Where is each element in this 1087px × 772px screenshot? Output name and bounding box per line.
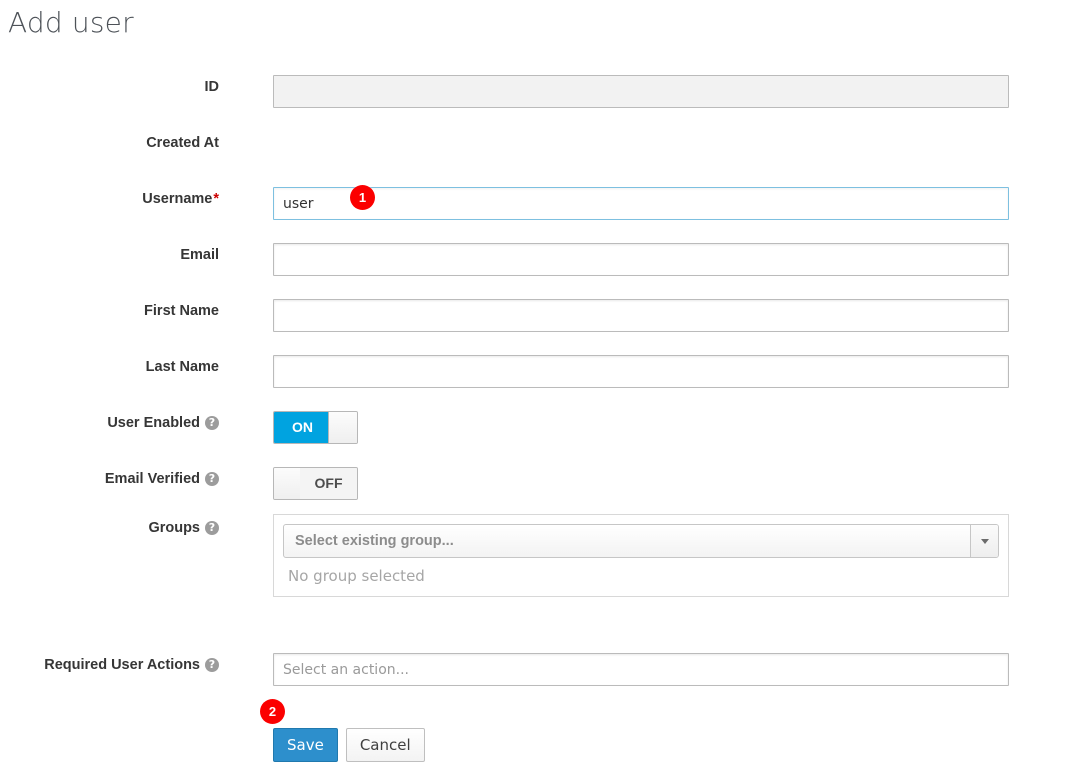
add-user-form: ID Created At Username* Email First Name [0, 62, 1087, 748]
form-row-first-name: First Name [0, 286, 1087, 342]
label-groups: Groups? [0, 520, 219, 536]
email-verified-toggle[interactable]: OFF [273, 467, 358, 500]
group-select[interactable]: Select existing group... [283, 524, 999, 558]
label-email-text: Email [180, 247, 219, 263]
control-email [273, 243, 1009, 276]
save-button[interactable]: Save [273, 728, 338, 762]
step-badge-1: 1 [350, 185, 375, 210]
form-row-last-name: Last Name [0, 342, 1087, 398]
form-row-required-user-actions: Required User Actions? [0, 632, 1087, 688]
form-row-created-at: Created At [0, 118, 1087, 174]
label-last-name: Last Name [0, 359, 219, 375]
form-row-id: ID [0, 62, 1087, 118]
question-mark-icon[interactable]: ? [205, 658, 219, 672]
label-last-name-text: Last Name [146, 359, 219, 375]
label-created-at: Created At [0, 135, 219, 151]
form-row-email-verified: Email Verified? OFF [0, 454, 1087, 510]
user-enabled-toggle[interactable]: ON [273, 411, 358, 444]
control-required-user-actions [273, 653, 1009, 686]
label-groups-text: Groups [148, 520, 200, 536]
question-mark-icon[interactable]: ? [205, 472, 219, 486]
user-enabled-toggle-handle[interactable] [328, 412, 357, 443]
group-select-placeholder: Select existing group... [295, 525, 454, 557]
control-username [273, 187, 1009, 220]
label-required-user-actions-text: Required User Actions [44, 657, 200, 673]
control-last-name [273, 355, 1009, 388]
id-input [273, 75, 1009, 108]
required-asterisk: * [213, 191, 219, 207]
control-email-verified: OFF [273, 467, 358, 505]
label-created-at-text: Created At [146, 135, 219, 151]
email-verified-toggle-label: OFF [300, 468, 357, 499]
email-verified-toggle-handle[interactable] [274, 468, 303, 499]
label-email-verified-text: Email Verified [105, 471, 200, 487]
groups-empty-text: No group selected [274, 558, 1008, 596]
control-first-name [273, 299, 1009, 332]
cancel-button[interactable]: Cancel [346, 728, 425, 762]
first-name-input[interactable] [273, 299, 1009, 332]
label-required-user-actions: Required User Actions? [0, 657, 219, 673]
last-name-input[interactable] [273, 355, 1009, 388]
form-row-actions: SaveCancel [0, 688, 1087, 748]
form-row-groups: Groups? Select existing group... No grou… [0, 510, 1087, 632]
groups-box: Select existing group... No group select… [273, 514, 1009, 597]
control-id [273, 75, 1009, 108]
form-row-user-enabled: User Enabled? ON [0, 398, 1087, 454]
label-user-enabled-text: User Enabled [107, 415, 200, 431]
email-input[interactable] [273, 243, 1009, 276]
control-groups: Select existing group... No group select… [273, 514, 1009, 597]
label-id-text: ID [205, 79, 220, 95]
label-id: ID [0, 79, 219, 95]
form-actions: SaveCancel [273, 728, 425, 762]
label-first-name: First Name [0, 303, 219, 319]
username-input[interactable] [273, 187, 1009, 220]
question-mark-icon[interactable]: ? [205, 416, 219, 430]
chevron-down-icon[interactable] [970, 525, 998, 557]
control-user-enabled: ON [273, 411, 358, 449]
question-mark-icon[interactable]: ? [205, 521, 219, 535]
label-email-verified: Email Verified? [0, 471, 219, 487]
label-first-name-text: First Name [144, 303, 219, 319]
required-user-actions-input[interactable] [273, 653, 1009, 686]
label-email: Email [0, 247, 219, 263]
step-badge-2: 2 [260, 699, 285, 724]
label-username: Username* [0, 191, 219, 207]
form-row-email: Email [0, 230, 1087, 286]
form-row-username: Username* [0, 174, 1087, 230]
user-enabled-toggle-label: ON [274, 412, 331, 443]
label-username-text: Username [142, 191, 212, 207]
label-user-enabled: User Enabled? [0, 415, 219, 431]
page-title: Add user [8, 6, 134, 40]
